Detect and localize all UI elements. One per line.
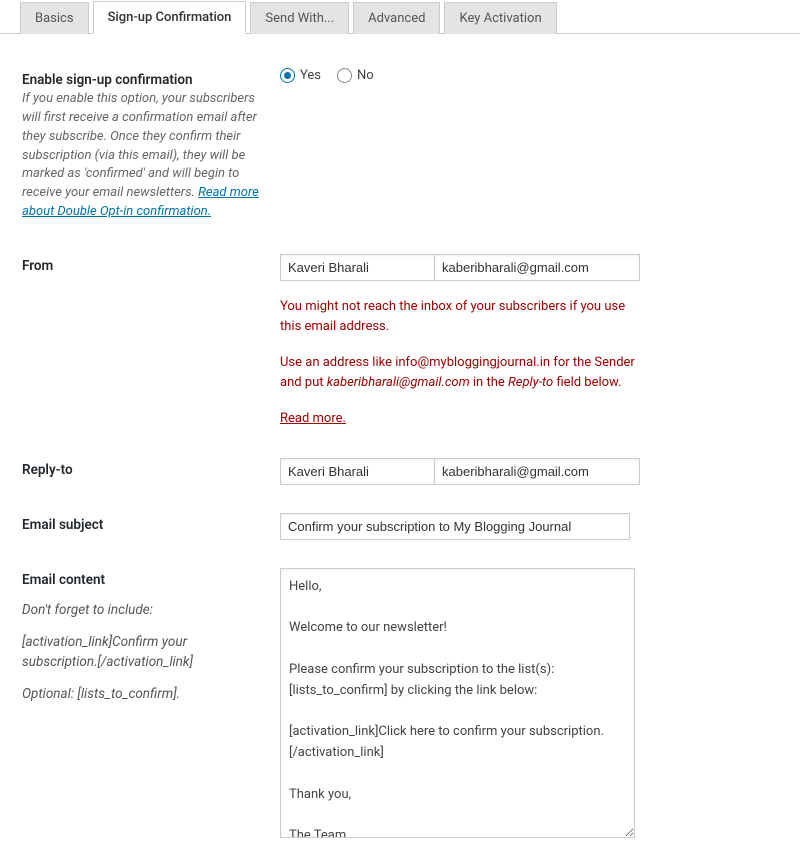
enable-no-option[interactable]: No [337, 68, 374, 83]
content-helper-2: [activation_link]Confirm your subscripti… [22, 632, 260, 673]
subject-label: Email subject [22, 517, 103, 533]
enable-label: Enable sign-up confirmation [22, 72, 193, 88]
replyto-email-input[interactable] [435, 458, 640, 485]
from-name-input[interactable] [280, 254, 435, 281]
tab-advanced[interactable]: Advanced [353, 2, 440, 34]
radio-icon [280, 68, 295, 83]
subject-input[interactable] [280, 513, 630, 540]
settings-tabs: Basics Sign-up Confirmation Send With...… [0, 0, 800, 34]
replyto-label: Reply-to [22, 462, 73, 478]
from-email-input[interactable] [435, 254, 640, 281]
tab-basics[interactable]: Basics [20, 2, 89, 34]
content-helper-3: Optional: [lists_to_confirm]. [22, 684, 260, 704]
from-readmore-link[interactable]: Read more. [280, 411, 346, 426]
content-label: Email content [22, 572, 105, 588]
tab-key-activation[interactable]: Key Activation [444, 2, 556, 34]
tab-signup-confirmation[interactable]: Sign-up Confirmation [93, 1, 247, 34]
enable-radio-group: Yes No [280, 68, 780, 83]
from-warning-2: Use an address like info@mybloggingjourn… [280, 353, 640, 393]
content-textarea[interactable] [280, 568, 635, 838]
settings-form: Enable sign-up confirmation If you enabl… [0, 54, 800, 856]
radio-icon [337, 68, 352, 83]
from-warning-1: You might not reach the inbox of your su… [280, 297, 640, 337]
content-helper-1: Don't forget to include: [22, 600, 260, 620]
tab-send-with[interactable]: Send With... [250, 2, 349, 34]
replyto-name-input[interactable] [280, 458, 435, 485]
from-label: From [22, 258, 53, 274]
enable-description: If you enable this option, your subscrib… [22, 90, 260, 222]
enable-yes-option[interactable]: Yes [280, 68, 321, 83]
